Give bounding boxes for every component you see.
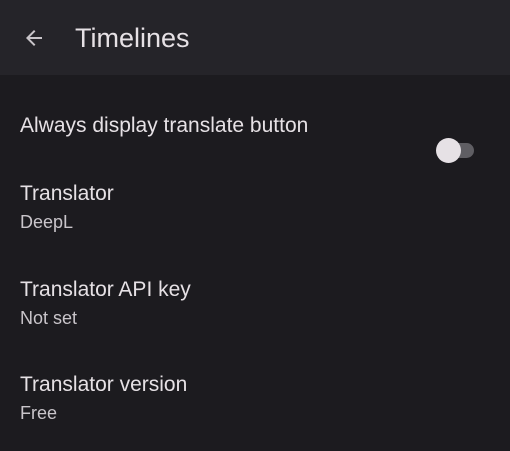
pref-title: Translator API key (20, 278, 191, 301)
pref-summary: Free (20, 403, 58, 423)
pref-translator-api-key[interactable]: Translator API key Not set (0, 270, 510, 340)
translate-button-toggle[interactable] (436, 138, 476, 163)
switch-thumb (436, 138, 461, 163)
pref-title: Translator version (20, 373, 188, 396)
pref-title: Translator (20, 182, 114, 205)
app-bar: Timelines (0, 0, 510, 75)
pref-translator[interactable]: Translator DeepL (0, 175, 510, 245)
pref-always-display-translate-button[interactable]: Always display translate button (0, 100, 510, 163)
pref-summary: Not set (20, 308, 78, 328)
back-button[interactable] (16, 20, 52, 56)
pref-summary: DeepL (20, 212, 74, 232)
pref-translator-version[interactable]: Translator version Free (0, 365, 510, 435)
pref-title: Always display translate button (20, 114, 309, 137)
page-title: Timelines (75, 23, 190, 53)
arrow-back-icon (26, 30, 42, 46)
